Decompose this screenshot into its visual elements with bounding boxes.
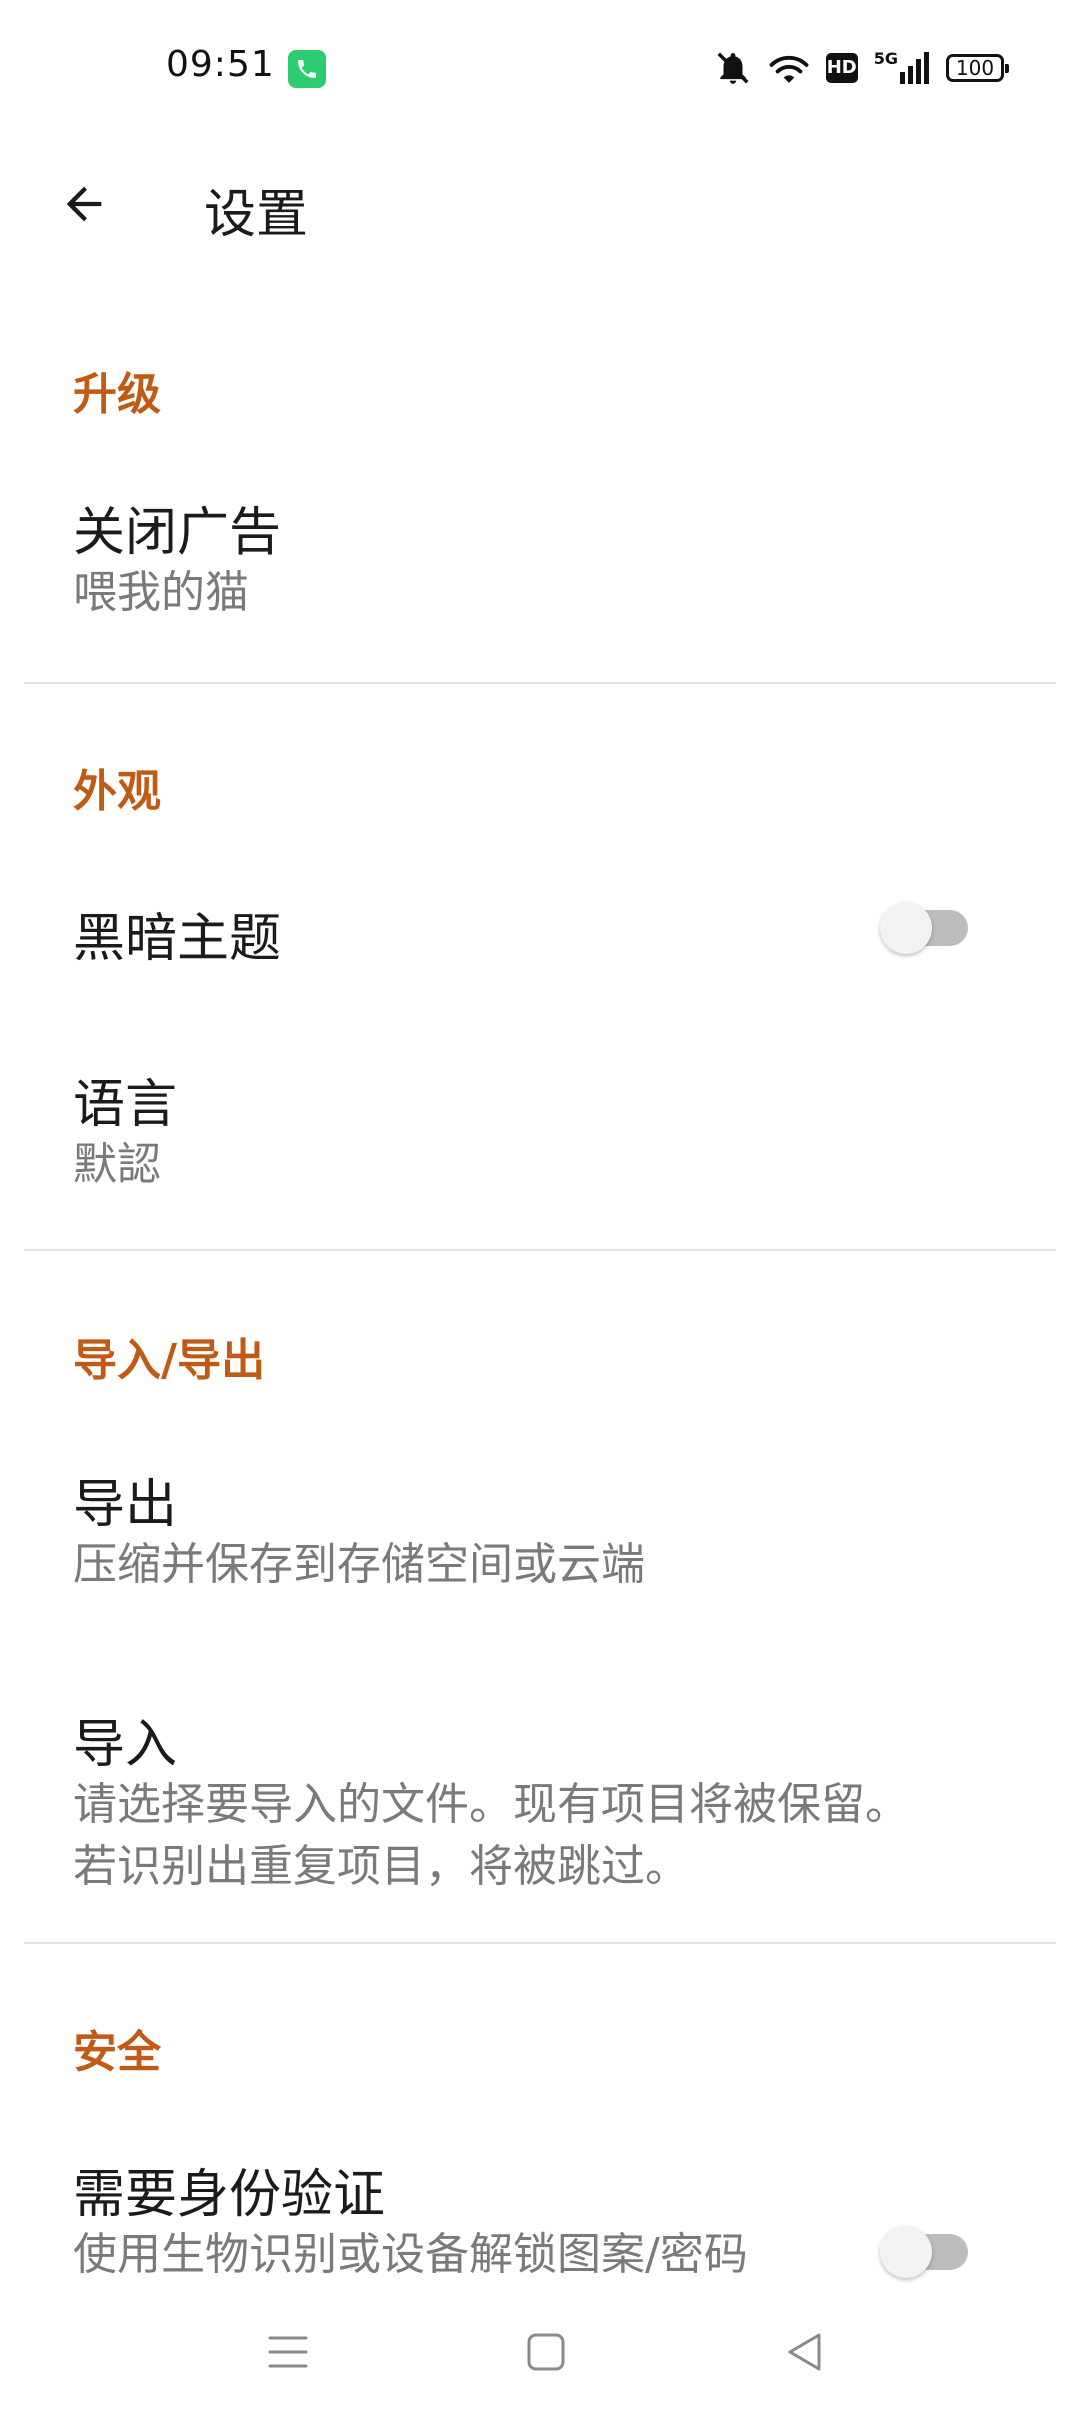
divider: [24, 1942, 1056, 1944]
phone-call-icon: [288, 50, 326, 88]
recents-button[interactable]: [248, 2312, 328, 2392]
pref-require-auth-title: 需要身份验证: [73, 2165, 386, 2225]
section-header-security: 安全: [73, 2027, 161, 2078]
require-auth-switch[interactable]: [880, 2226, 972, 2278]
triangle-back-icon: [788, 2333, 821, 2371]
menu-lines-icon: [268, 2336, 308, 2368]
pref-remove-ads[interactable]: 关闭广告 喂我的猫: [0, 460, 1080, 650]
pref-dark-theme-title: 黑暗主题: [73, 909, 282, 969]
pref-export-title: 导出: [73, 1475, 178, 1535]
wifi-icon: [768, 50, 810, 86]
pref-remove-ads-summary: 喂我的猫: [73, 567, 249, 618]
pref-require-auth[interactable]: 需要身份验证 使用生物识别或设备解锁图案/密码: [0, 2130, 1080, 2290]
pref-export[interactable]: 导出 压缩并保存到存储空间或云端: [0, 1440, 1080, 1630]
pref-dark-theme[interactable]: 黑暗主题: [0, 870, 1080, 990]
section-header-appearance: 外观: [73, 766, 161, 817]
pref-export-summary: 压缩并保存到存储空间或云端: [73, 1539, 645, 1590]
silent-bell-icon: [714, 49, 752, 87]
pref-import-summary-line1: 请选择要导入的文件。现有项目将被保留。: [73, 1779, 909, 1830]
navigation-bar: [0, 2290, 1080, 2412]
status-bar: 09:51 HD 5G 100: [0, 0, 1080, 140]
switch-thumb: [880, 902, 932, 954]
pref-import-title: 导入: [73, 1715, 178, 1775]
status-time: 09:51: [166, 44, 275, 85]
home-button[interactable]: [506, 2312, 586, 2392]
arrow-back-icon: [66, 186, 102, 222]
dark-theme-switch[interactable]: [880, 902, 972, 954]
divider: [24, 1249, 1056, 1251]
square-home-icon: [527, 2333, 565, 2371]
pref-remove-ads-title: 关闭广告: [73, 503, 282, 563]
app-bar: 设置: [0, 140, 1080, 270]
section-header-upgrade: 升级: [73, 369, 161, 420]
signal-icon: 5G: [873, 48, 930, 84]
back-button[interactable]: [44, 164, 124, 244]
pref-language-title: 语言: [73, 1075, 178, 1135]
divider: [24, 682, 1056, 684]
back-nav-button[interactable]: [764, 2312, 844, 2392]
switch-thumb: [880, 2226, 932, 2278]
section-header-import-export: 导入/导出: [73, 1335, 266, 1386]
pref-import[interactable]: 导入 请选择要导入的文件。现有项目将被保留。 若识别出重复项目，将被跳过。: [0, 1680, 1080, 1920]
hd-icon: HD: [825, 53, 858, 83]
pref-language[interactable]: 语言 默認: [0, 1040, 1080, 1230]
pref-language-value: 默認: [73, 1139, 161, 1190]
network-type: 5G: [873, 48, 898, 68]
pref-import-summary-line2: 若识别出重复项目，将被跳过。: [73, 1841, 689, 1892]
page-title: 设置: [204, 185, 309, 245]
status-icons: HD 5G 100: [698, 46, 1009, 90]
battery-icon: 100: [946, 54, 1009, 82]
pref-require-auth-summary: 使用生物识别或设备解锁图案/密码: [73, 2229, 748, 2280]
